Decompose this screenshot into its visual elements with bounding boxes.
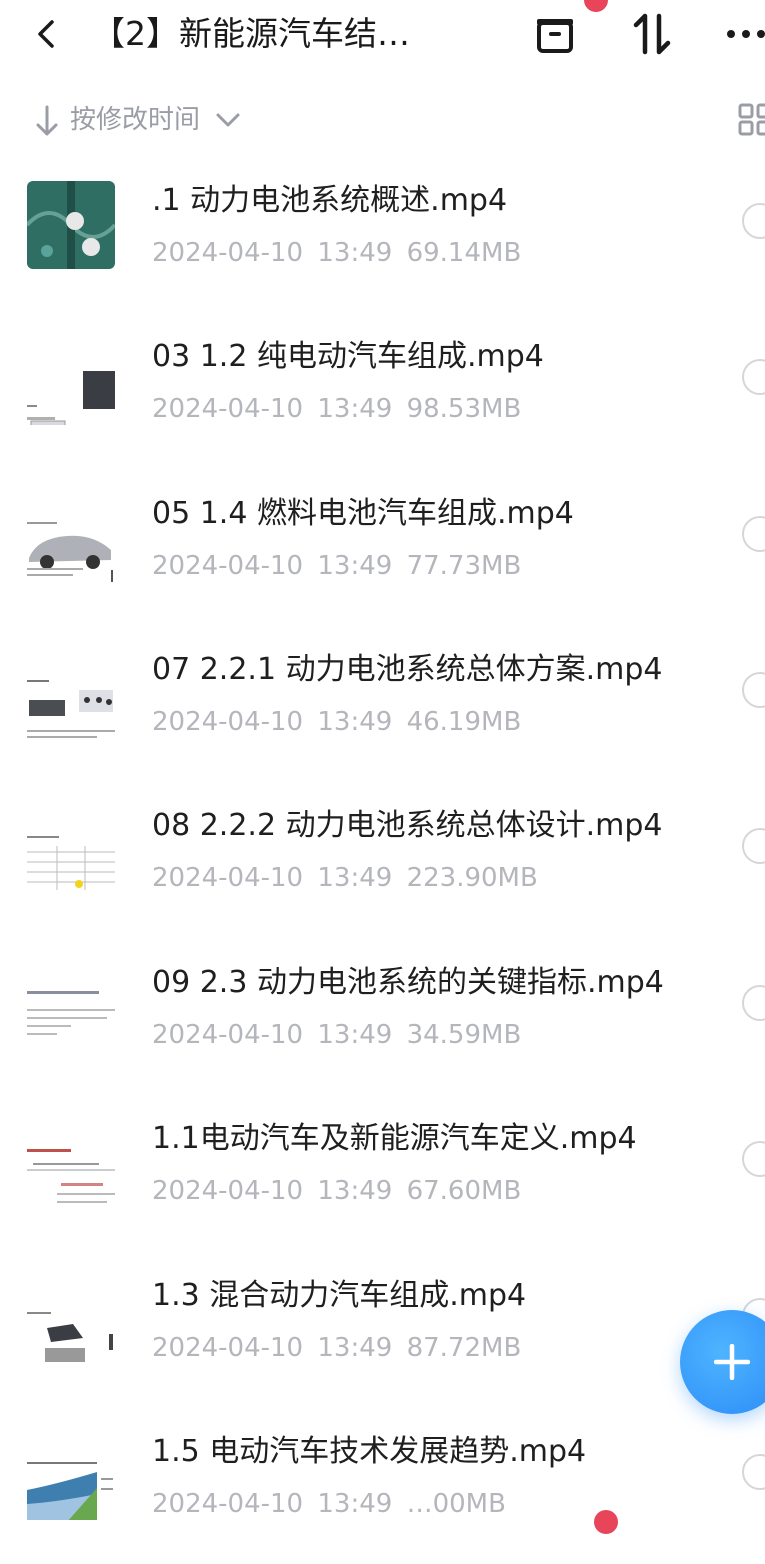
file-row[interactable]: 09 2.3 动力电池系统的关键指标.mp4 2024-04-10 13:49 …: [0, 939, 765, 1095]
file-meta: 2024-04-10 13:49 223.90MB: [152, 863, 538, 893]
select-radio[interactable]: [742, 203, 765, 239]
file-meta: 2024-04-10 13:49 98.53MB: [152, 394, 522, 424]
file-meta: 2024-04-10 13:49 67.60MB: [152, 1176, 522, 1206]
chevron-down-icon[interactable]: [214, 106, 242, 134]
video-thumbnail: [27, 650, 115, 738]
file-name: 03 1.2 纯电动汽车组成.mp4: [152, 339, 544, 374]
file-row[interactable]: 08 2.2.2 动力电池系统总体设计.mp4 2024-04-10 13:49…: [0, 782, 765, 938]
file-name: 07 2.2.1 动力电池系统总体方案.mp4: [152, 652, 663, 687]
select-radio[interactable]: [742, 516, 765, 552]
notification-dot: [584, 0, 608, 12]
file-meta: 2024-04-10 13:49 87.72MB: [152, 1333, 522, 1363]
file-name: 05 1.4 燃料电池汽车组成.mp4: [152, 496, 574, 531]
grid-view-icon[interactable]: [736, 102, 765, 136]
file-row[interactable]: 03 1.2 纯电动汽车组成.mp4 2024-04-10 13:49 98.5…: [0, 313, 765, 469]
video-thumbnail: [27, 337, 115, 425]
video-thumbnail: [27, 1276, 115, 1364]
file-name: 08 2.2.2 动力电池系统总体设计.mp4: [152, 808, 663, 843]
video-thumbnail: [27, 181, 115, 269]
sort-down-arrow-icon[interactable]: [34, 104, 60, 138]
select-radio[interactable]: [742, 1141, 765, 1177]
page-title: 【2】新能源汽车结…: [92, 14, 410, 53]
file-name: 1.5 电动汽车技术发展趋势.mp4: [152, 1434, 587, 1469]
archive-icon[interactable]: [531, 10, 579, 58]
plus-icon: [714, 1344, 750, 1380]
back-arrow-icon[interactable]: [28, 14, 68, 54]
select-radio[interactable]: [742, 985, 765, 1021]
file-row[interactable]: 1.5 电动汽车技术发展趋势.mp4 2024-04-10 13:49 …00M…: [0, 1408, 765, 1564]
file-name: 09 2.3 动力电池系统的关键指标.mp4: [152, 965, 664, 1000]
file-row[interactable]: 1.3 混合动力汽车组成.mp4 2024-04-10 13:49 87.72M…: [0, 1252, 765, 1408]
top-bar: 【2】新能源汽车结…: [0, 0, 765, 80]
file-row[interactable]: 07 2.2.1 动力电池系统总体方案.mp4 2024-04-10 13:49…: [0, 626, 765, 782]
file-meta: 2024-04-10 13:49 …00MB: [152, 1489, 506, 1519]
select-radio[interactable]: [742, 359, 765, 395]
more-icon[interactable]: [722, 10, 765, 58]
file-meta: 2024-04-10 13:49 46.19MB: [152, 707, 522, 737]
file-meta: 2024-04-10 13:49 69.14MB: [152, 238, 522, 268]
file-row[interactable]: 1.1电动汽车及新能源汽车定义.mp4 2024-04-10 13:49 67.…: [0, 1095, 765, 1251]
select-radio[interactable]: [742, 828, 765, 864]
video-thumbnail: [27, 963, 115, 1051]
notification-dot: [594, 1510, 618, 1534]
sort-label[interactable]: 按修改时间: [70, 100, 200, 140]
select-radio[interactable]: [742, 1454, 765, 1490]
file-name: 1.1电动汽车及新能源汽车定义.mp4: [152, 1121, 637, 1156]
video-thumbnail: [27, 1119, 115, 1207]
video-thumbnail: [27, 806, 115, 894]
file-row[interactable]: 05 1.4 燃料电池汽车组成.mp4 2024-04-10 13:49 77.…: [0, 470, 765, 626]
file-meta: 2024-04-10 13:49 77.73MB: [152, 551, 522, 581]
file-name: 1.3 混合动力汽车组成.mp4: [152, 1278, 527, 1313]
select-radio[interactable]: [742, 672, 765, 708]
video-thumbnail: [27, 494, 115, 582]
sort-swap-icon[interactable]: [628, 10, 676, 58]
file-name: .1 动力电池系统概述.mp4: [152, 183, 508, 218]
file-meta: 2024-04-10 13:49 34.59MB: [152, 1020, 522, 1050]
file-row[interactable]: .1 动力电池系统概述.mp4 2024-04-10 13:49 69.14MB: [0, 157, 765, 313]
video-thumbnail: [27, 1432, 115, 1520]
